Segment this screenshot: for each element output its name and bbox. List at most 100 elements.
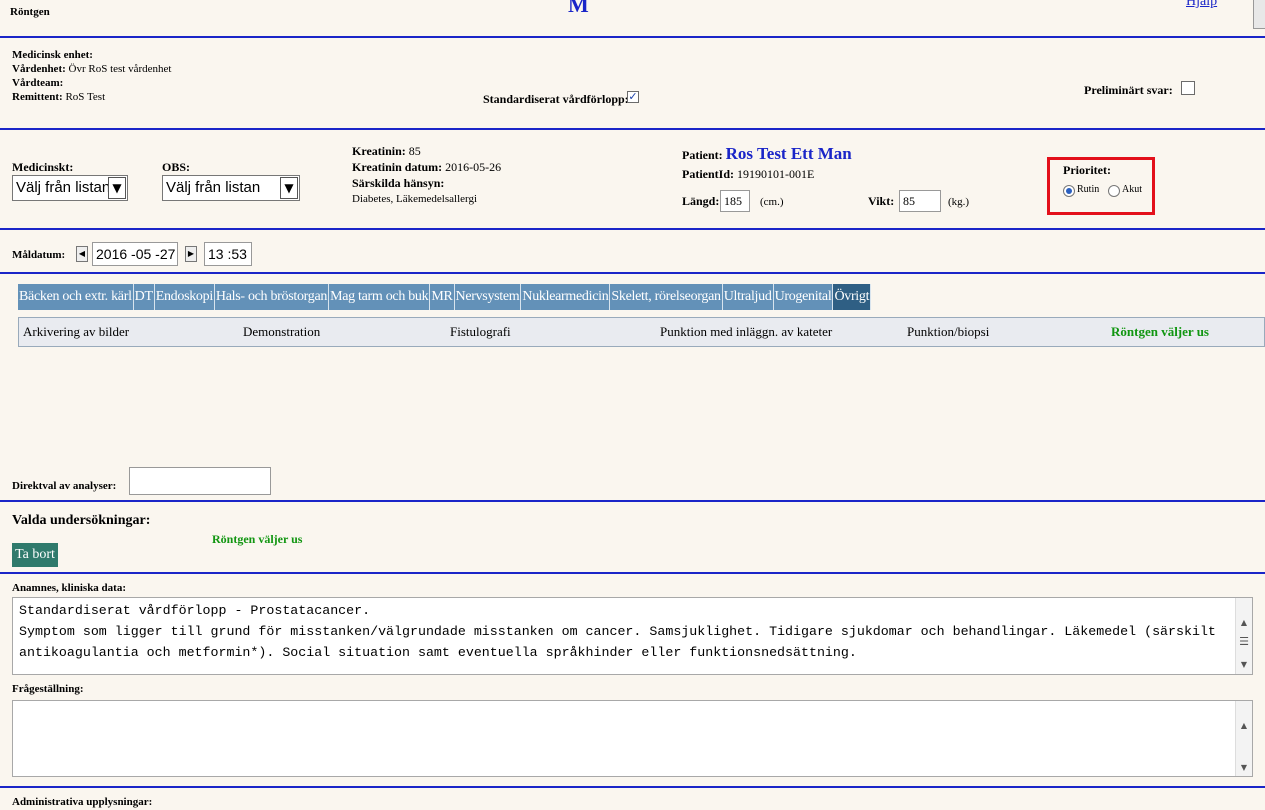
- length-label: Längd:: [682, 194, 720, 208]
- tab-urogenital[interactable]: Urogenital: [773, 284, 834, 310]
- tab-backen-och-extr-karl[interactable]: Bäcken och extr. kärl: [18, 284, 134, 310]
- creatinine-date-value: 2016-05-26: [445, 160, 502, 174]
- medical-select[interactable]: Välj från listan ▼: [12, 175, 128, 201]
- anamnesis-line: Standardiserat vårdförlopp - Prostatacan…: [19, 603, 371, 618]
- prev-date-icon[interactable]: ◀: [76, 246, 88, 262]
- preliminary-answer-label: Preliminärt svar:: [1084, 83, 1173, 97]
- tab-mr[interactable]: MR: [430, 284, 455, 310]
- tab-hals-och-brostorgan[interactable]: Hals- och bröstorgan: [214, 284, 330, 310]
- creatinine-value: 85: [408, 144, 421, 158]
- exam-item-punktion-biopsi[interactable]: Punktion/biopsi: [907, 324, 989, 340]
- weight-label: Vikt:: [868, 194, 895, 208]
- direct-choice-label: Direktval av analyser:: [12, 480, 117, 492]
- creatinine-date-label: Kreatinin datum:: [352, 160, 443, 174]
- selected-exam-item[interactable]: Röntgen väljer us: [212, 532, 302, 547]
- medical-label: Medicinskt:: [12, 160, 74, 174]
- scroll-up-icon[interactable]: ▲: [1236, 715, 1252, 736]
- patient-id-value: 19190101-001E: [737, 167, 815, 181]
- scroll-thumb-icon[interactable]: ☰: [1236, 631, 1252, 652]
- tab-dt[interactable]: DT: [133, 284, 155, 310]
- tab-ultraljud[interactable]: Ultraljud: [722, 284, 774, 310]
- priority-acute-radio[interactable]: [1108, 185, 1120, 197]
- divider: [0, 228, 1265, 230]
- scroll-down-icon[interactable]: ▼: [1236, 757, 1252, 776]
- divider: [0, 128, 1265, 130]
- anamnesis-line: antikoagulantia och metformin*). Social …: [19, 645, 857, 660]
- standard-pathway-label: Standardiserat vårdförlopp:: [483, 92, 629, 106]
- priority-routine-radio[interactable]: [1063, 185, 1075, 197]
- chevron-down-icon: ▼: [280, 177, 298, 199]
- care-unit-row: Vårdenhet: Övr RoS test vårdenhet: [12, 63, 171, 75]
- length-input[interactable]: 185: [720, 190, 750, 212]
- tab-nervsystem[interactable]: Nervsystem: [454, 284, 522, 310]
- anamnesis-scrollbar[interactable]: ▲ ☰ ▼: [1235, 598, 1252, 674]
- divider: [0, 36, 1265, 38]
- patient-id-label: PatientId:: [682, 167, 734, 181]
- anamnesis-label: Anamnes, kliniska data:: [12, 582, 127, 594]
- length-unit: (cm.): [760, 196, 784, 208]
- divider: [0, 572, 1265, 574]
- weight-unit: (kg.): [948, 196, 970, 208]
- exam-item-demonstration[interactable]: Demonstration: [243, 324, 320, 340]
- priority-label: Prioritet:: [1063, 163, 1111, 177]
- anamnesis-textarea[interactable]: Standardiserat vårdförlopp - Prostatacan…: [12, 597, 1253, 675]
- remove-button[interactable]: Ta bort: [12, 543, 58, 567]
- care-unit-label: Vårdenhet:: [12, 63, 66, 75]
- scroll-down-icon[interactable]: ▼: [1236, 654, 1252, 674]
- admin-label: Administrativa upplysningar:: [12, 796, 153, 808]
- special-value: Diabetes, Läkemedelsallergi: [352, 193, 478, 205]
- target-time-input[interactable]: 13 :53: [204, 242, 252, 266]
- question-label: Frågeställning:: [12, 683, 84, 695]
- care-team-label: Vårdteam:: [12, 77, 64, 89]
- standard-pathway-checkbox[interactable]: ✓: [627, 91, 639, 103]
- scroll-up-icon[interactable]: ▲: [1236, 612, 1252, 633]
- obs-label: OBS:: [162, 160, 191, 174]
- referrer-row: Remittent: RoS Test: [12, 91, 105, 103]
- referrer-value: RoS Test: [65, 91, 106, 103]
- patient-label: Patient:: [682, 148, 723, 162]
- medical-unit-label: Medicinsk enhet:: [12, 49, 93, 61]
- preliminary-answer-checkbox[interactable]: [1181, 81, 1195, 95]
- creatinine-date-row: Kreatinin datum: 2016-05-26: [352, 160, 501, 175]
- selected-label: Valda undersökningar:: [12, 513, 151, 528]
- divider: [0, 500, 1265, 502]
- exam-tabs: Bäcken och extr. kärl DT Endoskopi Hals-…: [18, 284, 872, 310]
- patient-id-row: PatientId: 19190101-001E: [682, 167, 814, 182]
- care-unit-value: Övr RoS test vårdenhet: [68, 63, 172, 75]
- question-scrollbar[interactable]: ▲ ▼: [1235, 701, 1252, 776]
- tab-ovrigt[interactable]: Övrigt: [833, 284, 872, 310]
- exam-items-row: Arkivering av bilder Demonstration Fistu…: [18, 317, 1265, 347]
- patient-row: Patient: Ros Test Ett Man: [682, 144, 852, 164]
- exam-item-fistulografi[interactable]: Fistulografi: [450, 324, 511, 340]
- scroll-corner: [1253, 0, 1265, 29]
- obs-select[interactable]: Välj från listan ▼: [162, 175, 300, 201]
- weight-input[interactable]: 85: [899, 190, 941, 212]
- target-date-label: Måldatum:: [12, 249, 66, 261]
- help-link[interactable]: Hjälp: [1186, 0, 1217, 10]
- divider: [0, 786, 1265, 788]
- obs-select-value: Välj från listan: [166, 179, 261, 196]
- divider: [0, 272, 1265, 274]
- tab-mag-tarm-och-buk[interactable]: Mag tarm och buk: [329, 284, 431, 310]
- exam-item-rontgen-valjer[interactable]: Röntgen väljer us: [1111, 324, 1209, 340]
- priority-acute-label[interactable]: Akut: [1122, 184, 1142, 195]
- creatinine-label: Kreatinin:: [352, 144, 406, 158]
- referrer-label: Remittent:: [12, 91, 63, 103]
- anamnesis-line: Symptom som ligger till grund för missta…: [19, 624, 1216, 639]
- exam-item-punktion-kateter[interactable]: Punktion med inläggn. av kateter: [660, 324, 832, 340]
- question-textarea[interactable]: ▲ ▼: [12, 700, 1253, 777]
- direct-choice-input[interactable]: [129, 467, 271, 495]
- app-title: Röntgen: [10, 6, 50, 18]
- tab-skelett-rorelseorgan[interactable]: Skelett, rörelseorgan: [610, 284, 723, 310]
- medical-select-value: Välj från listan: [16, 179, 111, 196]
- exam-item-arkivering[interactable]: Arkivering av bilder: [23, 324, 129, 340]
- next-date-icon[interactable]: ▶: [185, 246, 197, 262]
- top-center-title: M: [568, 0, 589, 17]
- special-label: Särskilda hänsyn:: [352, 176, 445, 190]
- priority-routine-label[interactable]: Rutin: [1077, 184, 1099, 195]
- chevron-down-icon: ▼: [108, 177, 126, 199]
- tab-endoskopi[interactable]: Endoskopi: [154, 284, 215, 310]
- creatinine-row: Kreatinin: 85: [352, 144, 421, 159]
- target-date-input[interactable]: 2016 -05 -27: [92, 242, 178, 266]
- tab-nuklearmedicin[interactable]: Nuklearmedicin: [521, 284, 611, 310]
